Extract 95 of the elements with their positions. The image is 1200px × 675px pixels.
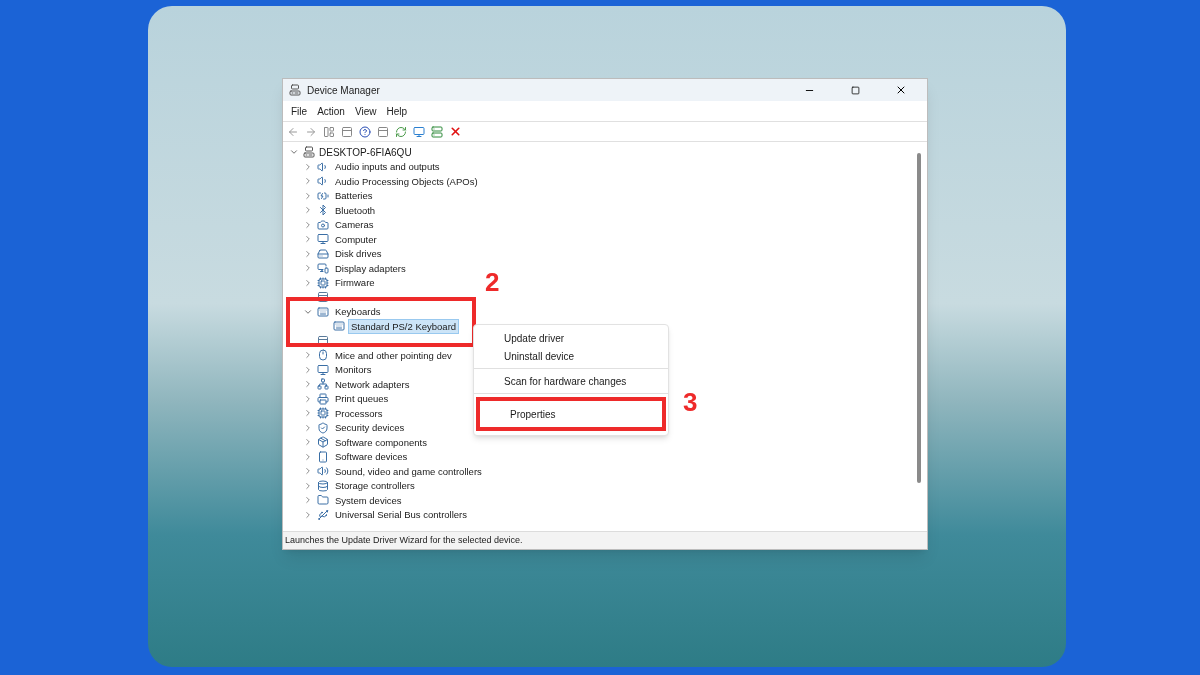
expand-chevron-icon[interactable] — [303, 495, 313, 506]
monitor-icon — [317, 233, 329, 246]
maximize-icon — [850, 85, 860, 95]
expand-chevron-icon[interactable] — [303, 422, 313, 433]
tree-item[interactable]: Cameras — [333, 218, 376, 232]
panel-icon[interactable] — [323, 125, 335, 138]
scrollbar[interactable] — [917, 153, 921, 483]
computer-icon — [289, 84, 301, 96]
menu-item[interactable]: File — [287, 103, 312, 119]
tree-root-label[interactable]: DESKTOP-6FIA6QU — [319, 144, 412, 160]
expand-chevron-icon[interactable] — [303, 480, 313, 491]
chip-icon — [317, 276, 329, 289]
device-icon — [317, 291, 329, 304]
tree-item[interactable]: Sound, video and game controllers — [333, 464, 484, 478]
menu-item[interactable]: Action — [313, 103, 349, 119]
expand-chevron-icon[interactable] — [303, 350, 313, 361]
window-title: Device Manager — [307, 83, 380, 98]
printer-icon — [317, 392, 329, 405]
expand-chevron-icon[interactable] — [303, 161, 313, 172]
tree-item[interactable]: Computer — [333, 232, 379, 246]
expand-chevron-icon[interactable] — [303, 263, 313, 274]
tree-item[interactable]: Print queues — [333, 392, 391, 406]
keyboard-icon — [333, 320, 345, 333]
help-icon[interactable] — [359, 125, 371, 138]
tree-item[interactable]: Audio Processing Objects (APOs) — [333, 174, 480, 188]
tree-item[interactable]: Batteries — [333, 189, 375, 203]
shield-icon — [317, 421, 329, 434]
usb-icon — [317, 508, 329, 521]
tree-item[interactable]: Firmware — [333, 276, 377, 290]
drive-icon — [317, 247, 329, 260]
expand-chevron-icon[interactable] — [303, 451, 313, 462]
tree-item[interactable]: Software devices — [333, 450, 410, 464]
network-icon — [317, 378, 329, 391]
database-icon — [317, 479, 329, 492]
expand-chevron-icon[interactable] — [303, 364, 313, 375]
expand-chevron-icon[interactable] — [303, 379, 313, 390]
context-menu-item[interactable]: Properties — [510, 406, 556, 422]
tree-item[interactable]: Network adapters — [333, 377, 412, 391]
expand-chevron-icon[interactable] — [303, 393, 313, 404]
context-menu-item[interactable]: Update driver — [504, 330, 565, 346]
package-icon — [317, 436, 329, 449]
forward-icon[interactable] — [305, 125, 317, 138]
tree-item[interactable]: Processors — [333, 406, 385, 420]
step-number: 3 — [683, 389, 698, 415]
window-icon[interactable] — [377, 125, 389, 138]
display-icon — [317, 262, 329, 275]
context-menu-item[interactable]: Scan for hardware changes — [504, 373, 627, 389]
tree-item[interactable]: Mice and other pointing dev — [333, 348, 454, 362]
back-icon[interactable] — [287, 125, 299, 138]
tree-item[interactable]: Keyboards — [333, 305, 383, 319]
tree-item[interactable]: System devices — [333, 493, 404, 507]
expand-chevron-icon[interactable] — [303, 234, 313, 245]
tree-item[interactable]: Universal Serial Bus controllers — [333, 508, 469, 522]
battery-icon — [317, 189, 329, 202]
monitor-icon[interactable] — [413, 125, 425, 138]
menu-item[interactable]: View — [350, 103, 381, 119]
expand-chevron-icon[interactable] — [303, 248, 313, 259]
mouse-icon — [317, 349, 329, 362]
status-text: Launches the Update Driver Wizard for the selected device. — [285, 533, 523, 547]
tree-item[interactable]: Software components — [333, 435, 429, 449]
speaker-icon — [317, 160, 329, 173]
tree-item[interactable]: Display adapters — [333, 261, 408, 275]
step-number: 2 — [485, 269, 500, 295]
phone-icon — [317, 450, 329, 463]
expand-chevron-icon[interactable] — [303, 205, 313, 216]
keyboard-icon — [317, 305, 329, 318]
chip-icon — [317, 407, 329, 420]
close-icon — [895, 84, 907, 96]
camera-icon — [317, 218, 329, 231]
delete-icon[interactable] — [449, 125, 462, 138]
tree-item[interactable]: Bluetooth — [333, 203, 378, 217]
tree-item[interactable]: Security devices — [333, 421, 407, 435]
context-menu-item[interactable]: Uninstall device — [504, 348, 575, 364]
tree-item[interactable]: Standard PS/2 Keyboard — [349, 319, 459, 333]
speaker-icon — [317, 175, 329, 188]
menu-item[interactable]: Help — [382, 103, 411, 119]
expand-chevron-icon[interactable] — [303, 466, 313, 477]
tree-item[interactable]: Storage controllers — [333, 479, 417, 493]
computer-icon — [303, 146, 315, 159]
speaker-icon — [317, 465, 329, 478]
expand-chevron-icon[interactable] — [303, 277, 313, 288]
expand-chevron-icon[interactable] — [303, 509, 313, 520]
tree-item[interactable]: Disk drives — [333, 247, 384, 261]
expand-chevron-icon[interactable] — [303, 190, 313, 201]
expand-chevron-icon[interactable] — [303, 176, 313, 187]
expand-chevron-icon[interactable] — [303, 437, 313, 448]
tree-item[interactable]: Monitors — [333, 363, 374, 377]
folder-icon — [317, 494, 329, 507]
monitor-icon — [317, 363, 329, 376]
tree-item[interactable]: Audio inputs and outputs — [333, 160, 442, 174]
refresh-icon[interactable] — [395, 125, 407, 138]
bluetooth-icon — [317, 204, 329, 217]
expand-chevron-icon[interactable] — [303, 408, 313, 419]
expand-chevron-icon[interactable] — [303, 219, 313, 230]
properties-icon[interactable] — [341, 125, 353, 138]
